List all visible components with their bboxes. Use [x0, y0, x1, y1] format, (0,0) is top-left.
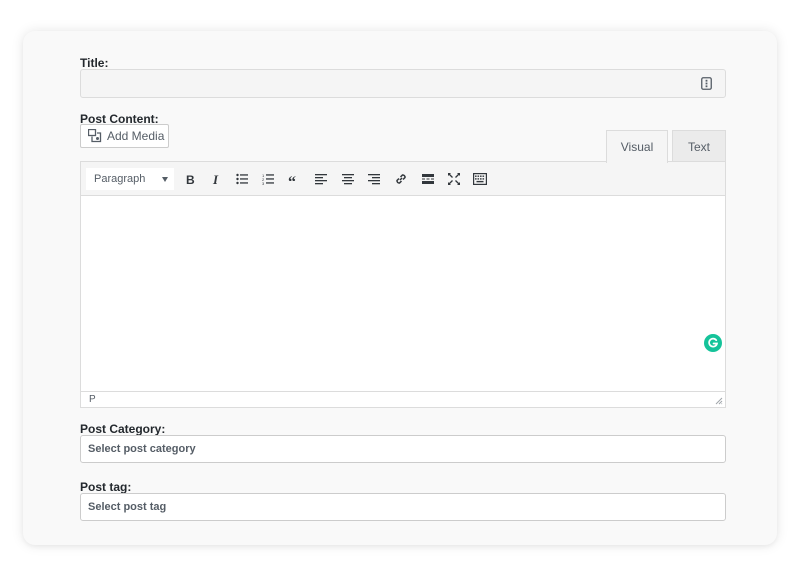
chevron-down-icon	[162, 177, 168, 182]
blockquote-icon: “	[288, 174, 296, 185]
svg-text:B: B	[186, 173, 195, 185]
editor-content-area[interactable]	[81, 197, 725, 391]
italic-button[interactable]: I	[207, 170, 225, 188]
bold-icon: B	[186, 173, 195, 185]
post-category-select[interactable]: Select post category	[80, 435, 726, 463]
bulleted-list-button[interactable]	[233, 170, 251, 188]
resize-handle-icon[interactable]	[715, 397, 723, 405]
post-tag-select[interactable]: Select post tag	[80, 493, 726, 521]
read-more-icon	[422, 174, 434, 184]
add-media-button[interactable]: Add Media	[80, 124, 169, 148]
title-label: Title:	[80, 56, 109, 70]
tab-text[interactable]: Text	[672, 130, 726, 162]
format-select[interactable]: Paragraph	[86, 168, 174, 190]
align-center-icon	[342, 174, 354, 185]
svg-text:3: 3	[262, 181, 265, 185]
toolbar-toggle-button[interactable]	[471, 170, 489, 188]
align-left-button[interactable]	[312, 170, 330, 188]
fullscreen-button[interactable]	[445, 170, 463, 188]
numbered-list-button[interactable]: 1 2 3	[259, 170, 277, 188]
insert-link-button[interactable]	[392, 170, 410, 188]
editor-statusbar: P	[81, 391, 725, 407]
format-select-value: Paragraph	[94, 173, 146, 185]
field-options-icon[interactable]	[701, 77, 712, 90]
element-path[interactable]: P	[89, 394, 96, 405]
align-right-button[interactable]	[365, 170, 383, 188]
align-right-icon	[368, 174, 380, 185]
bulleted-list-icon	[236, 173, 248, 185]
post-tag-label: Post tag:	[80, 480, 132, 494]
post-category-label: Post Category:	[80, 422, 166, 436]
italic-icon: I	[212, 173, 219, 185]
align-left-icon	[315, 174, 327, 185]
grammarly-icon	[708, 337, 719, 348]
title-input[interactable]	[80, 69, 726, 98]
read-more-button[interactable]	[419, 170, 437, 188]
align-center-button[interactable]	[339, 170, 357, 188]
fullscreen-icon	[448, 173, 460, 185]
svg-text:I: I	[212, 173, 219, 185]
svg-text:“: “	[288, 174, 296, 185]
editor-toolbar: Paragraph B I 1 2 3 “	[81, 162, 725, 196]
add-media-icon	[88, 129, 102, 143]
tab-visual[interactable]: Visual	[606, 130, 668, 163]
blockquote-button[interactable]: “	[285, 170, 303, 188]
bold-button[interactable]: B	[181, 170, 199, 188]
link-icon	[396, 174, 406, 184]
numbered-list-icon: 1 2 3	[262, 173, 274, 185]
add-media-label: Add Media	[107, 129, 165, 143]
toolbar-toggle-icon	[473, 173, 487, 185]
content-editor: Paragraph B I 1 2 3 “ P	[80, 161, 726, 408]
grammarly-button[interactable]	[704, 334, 722, 352]
